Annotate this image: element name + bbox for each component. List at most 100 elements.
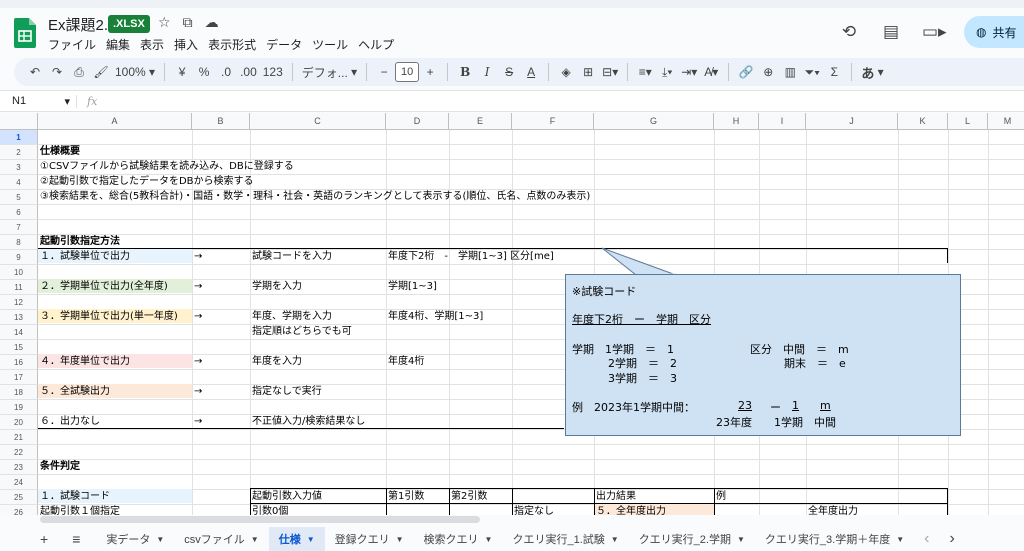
test-code-callout[interactable]: ※試験コード 年度下2桁 ー 学期 区分 学期 1学期 ＝ 1 区分 中間 ＝ … <box>565 274 961 436</box>
cell-e25[interactable]: 第2引数 <box>449 489 487 504</box>
cell-a16[interactable]: ４．年度単位で出力 <box>38 354 130 369</box>
number-format-button[interactable]: 123 <box>260 61 286 83</box>
cell-c18[interactable]: 指定なしで実行 <box>250 384 322 399</box>
meet-camera-icon[interactable]: ▭▸ <box>922 22 947 42</box>
cell-g26[interactable]: ５．全年度出力 <box>594 504 666 515</box>
column-header[interactable]: L <box>948 113 988 130</box>
cell-c20[interactable]: 不正値入力/検索結果なし <box>250 414 365 429</box>
cell-a25[interactable]: １．試験コード <box>38 489 110 504</box>
sheet-tab-search-query[interactable]: 検索クエリ ▼ <box>414 527 503 551</box>
cell-b9[interactable]: → <box>192 249 202 264</box>
select-all-corner[interactable] <box>0 113 38 130</box>
cell-a18[interactable]: ５．全試験出力 <box>38 384 110 399</box>
font-size-decrease-button[interactable]: − <box>373 61 395 83</box>
sheet-tab-register-query[interactable]: 登録クエリ ▼ <box>325 527 414 551</box>
column-header[interactable]: I <box>759 113 806 130</box>
bold-icon[interactable]: B <box>454 61 476 83</box>
cell-b18[interactable]: → <box>192 384 202 399</box>
row-header[interactable]: 6 <box>0 205 38 220</box>
filter-icon[interactable]: ⏷▾ <box>801 61 823 83</box>
cell-c26[interactable]: 引数0個 <box>250 504 288 515</box>
row-header[interactable]: 1 <box>0 130 38 145</box>
row-header[interactable]: 16 <box>0 355 38 370</box>
borders-icon[interactable]: ⊞ <box>577 61 599 83</box>
cell-a23[interactable]: 条件判定 <box>38 459 80 474</box>
sheet-tab-query-exec-1[interactable]: クエリ実行_1.試験 ▼ <box>502 527 628 551</box>
font-size-increase-button[interactable]: + <box>419 61 441 83</box>
row-header[interactable]: 13 <box>0 310 38 325</box>
menu-view[interactable]: 表示 <box>140 36 164 53</box>
column-header[interactable]: M <box>988 113 1024 130</box>
menu-format[interactable]: 表示形式 <box>208 36 256 53</box>
column-header[interactable]: C <box>250 113 386 130</box>
row-header[interactable]: 22 <box>0 445 38 460</box>
cell-b20[interactable]: → <box>192 414 202 429</box>
text-wrap-icon[interactable]: ⇥▾ <box>678 61 700 83</box>
increase-decimal-button[interactable]: .00 <box>237 61 260 83</box>
cell-f26[interactable]: 指定なし <box>512 504 554 515</box>
row-header[interactable]: 18 <box>0 385 38 400</box>
row-header[interactable]: 24 <box>0 475 38 490</box>
row-header[interactable]: 2 <box>0 145 38 160</box>
text-color-icon[interactable]: A <box>520 61 542 83</box>
scroll-tabs-left-button[interactable]: ‹ <box>914 527 939 551</box>
column-header[interactable]: G <box>594 113 714 130</box>
cell-c14[interactable]: 指定順はどちらでも可 <box>250 324 352 339</box>
cell-c16[interactable]: 年度を入力 <box>250 354 302 369</box>
cell-g25[interactable]: 出力結果 <box>594 489 636 504</box>
cell-c13[interactable]: 年度、学期を入力 <box>250 309 332 324</box>
row-header[interactable]: 20 <box>0 415 38 430</box>
name-box[interactable]: N1 ▾ <box>0 95 76 108</box>
fill-color-icon[interactable]: ◈ <box>555 61 577 83</box>
cell-a2[interactable]: 仕様概要 <box>38 144 80 159</box>
comments-icon[interactable]: ▤ <box>880 22 902 42</box>
menu-data[interactable]: データ <box>266 36 302 53</box>
print-icon[interactable]: ⎙ <box>68 61 90 83</box>
cell-a3[interactable]: ①CSVファイルから試験結果を読み込み、DBに登録する <box>38 159 294 174</box>
document-title[interactable]: Ex課題2.. <box>48 14 112 35</box>
cell-j26[interactable]: 全年度出力 <box>806 504 858 515</box>
column-header[interactable]: B <box>192 113 250 130</box>
row-header[interactable]: 25 <box>0 490 38 505</box>
menu-edit[interactable]: 編集 <box>106 36 130 53</box>
cell-d9[interactable]: 年度下2桁 - 学期[1~3] 区分[me] <box>386 249 554 264</box>
cell-d11[interactable]: 学期[1~3] <box>386 279 437 294</box>
row-header[interactable]: 21 <box>0 430 38 445</box>
cell-h25[interactable]: 例 <box>714 489 726 504</box>
cell-a13[interactable]: ３．学期単位で出力(単一年度) <box>38 309 178 324</box>
all-sheets-button[interactable]: ≡ <box>62 527 96 551</box>
move-folder-icon[interactable]: ⧉ <box>183 14 193 32</box>
menu-insert[interactable]: 挿入 <box>174 36 198 53</box>
cell-a11[interactable]: ２．学期単位で出力(全年度) <box>38 279 168 294</box>
undo-icon[interactable]: ↶ <box>24 61 46 83</box>
font-select[interactable]: デフォ... ▾ <box>299 61 360 83</box>
sheet-tab-real-data[interactable]: 実データ ▼ <box>96 527 174 551</box>
cell-b16[interactable]: → <box>192 354 202 369</box>
column-header[interactable]: E <box>449 113 512 130</box>
horizontal-scrollbar[interactable] <box>40 516 480 523</box>
menu-file[interactable]: ファイル <box>48 36 96 53</box>
history-icon[interactable]: ⟲ <box>838 22 860 42</box>
column-header[interactable]: H <box>714 113 759 130</box>
italic-icon[interactable]: I <box>476 61 498 83</box>
cell-c11[interactable]: 学期を入力 <box>250 279 302 294</box>
cell-a5[interactable]: ③検索結果を、総合(5教科合計)・国語・数学・理科・社会・英語のランキングとして… <box>38 189 590 204</box>
row-header[interactable]: 14 <box>0 325 38 340</box>
row-header[interactable]: 3 <box>0 160 38 175</box>
row-header[interactable]: 9 <box>0 250 38 265</box>
column-header[interactable]: F <box>512 113 594 130</box>
sheet-tab-spec[interactable]: 仕様 ▼ <box>268 527 325 551</box>
cell-d13[interactable]: 年度4桁、学期[1~3] <box>386 309 483 324</box>
comment-add-icon[interactable]: ⊕ <box>757 61 779 83</box>
cell-a8[interactable]: 起動引数指定方法 <box>38 234 120 249</box>
cell-d16[interactable]: 年度4桁 <box>386 354 424 369</box>
scroll-tabs-right-button[interactable]: › <box>939 527 964 551</box>
row-header[interactable]: 17 <box>0 370 38 385</box>
zoom-select[interactable]: 100% ▾ <box>112 61 158 83</box>
cloud-status-icon[interactable]: ☁ <box>205 14 219 32</box>
chart-icon[interactable]: ▥ <box>779 61 801 83</box>
paint-format-icon[interactable]: 🖌 <box>90 61 112 83</box>
menu-tools[interactable]: ツール <box>312 36 348 53</box>
text-rotate-icon[interactable]: A̸▾ <box>700 61 722 83</box>
cell-a4[interactable]: ②起動引数で指定したデータをDBから検索する <box>38 174 254 189</box>
